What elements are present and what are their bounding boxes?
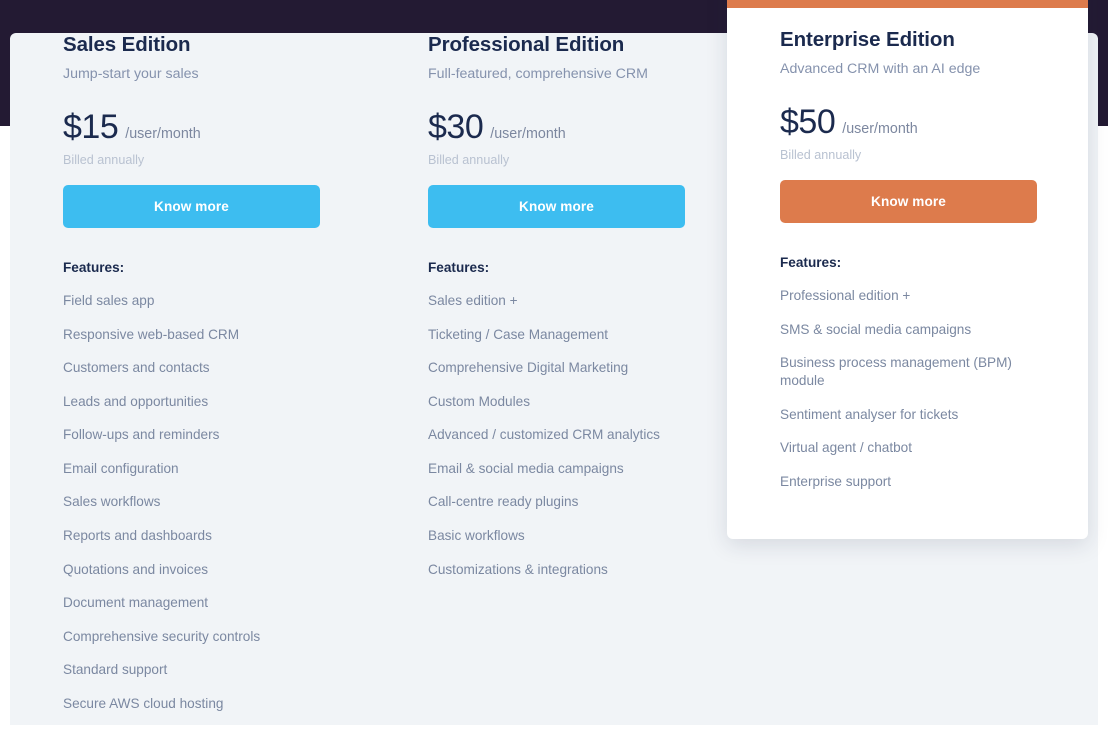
- plan-body-enterprise: Enterprise Edition Advanced CRM with an …: [727, 8, 1088, 491]
- plan-body-sales: Sales Edition Jump-start your sales $15 …: [10, 33, 375, 713]
- pricing-card-enterprise: MOST POPULAR Enterprise Edition Advanced…: [727, 0, 1088, 539]
- plan-billing-note-sales: Billed annually: [63, 153, 145, 167]
- plan-price-period-sales: /user/month: [125, 126, 201, 142]
- plan-subtitle-sales: Jump-start your sales: [63, 66, 199, 82]
- feature-item: Professional edition +: [780, 288, 911, 303]
- feature-item: Comprehensive Digital Marketing: [428, 360, 629, 376]
- feature-item: Ticketing / Case Management: [428, 326, 609, 342]
- feature-item: Document management: [63, 595, 209, 611]
- feature-item: Email & social media campaigns: [428, 460, 624, 476]
- plan-billing-note-enterprise: Billed annually: [780, 148, 862, 162]
- plan-price-row-enterprise: $50 /user/month: [780, 105, 1036, 139]
- feature-item: Standard support: [63, 662, 168, 678]
- plan-price-period-enterprise: /user/month: [842, 121, 918, 137]
- feature-item: Advanced / customized CRM analytics: [428, 427, 660, 443]
- feature-item: Sales workflows: [63, 494, 161, 510]
- feature-item: Comprehensive security controls: [63, 628, 261, 644]
- feature-item: Responsive web-based CRM: [63, 326, 240, 342]
- feature-item: Email configuration: [63, 460, 179, 476]
- plan-price-professional: $30: [428, 108, 484, 146]
- plan-price-row-sales: $15 /user/month: [63, 110, 323, 144]
- feature-item: Virtual agent / chatbot: [780, 440, 913, 456]
- feature-item: Customers and contacts: [63, 360, 210, 376]
- most-popular-badge: MOST POPULAR: [727, 0, 1088, 8]
- features-heading-professional: Features:: [428, 260, 490, 275]
- plan-price-sales: $15: [63, 108, 119, 146]
- feature-item: Quotations and invoices: [63, 561, 209, 577]
- feature-item: Business process management (BPM) module: [780, 355, 1012, 389]
- plan-subtitle-professional: Full-featured, comprehensive CRM: [428, 66, 648, 82]
- features-list-enterprise: Professional edition + SMS & social media…: [780, 287, 1036, 491]
- feature-item: Call-centre ready plugins: [428, 494, 579, 510]
- pricing-card-professional: Professional Edition Full-featured, comp…: [375, 33, 737, 725]
- plan-title-professional: Professional Edition: [428, 33, 625, 56]
- features-list-sales: Field sales app Responsive web-based CRM C…: [63, 292, 323, 713]
- plan-subtitle-enterprise: Advanced CRM with an AI edge: [780, 61, 981, 77]
- feature-item: Secure AWS cloud hosting: [63, 695, 224, 711]
- feature-item: Reports and dashboards: [63, 528, 212, 544]
- plan-billing-note-professional: Billed annually: [428, 153, 510, 167]
- know-more-button-enterprise[interactable]: Know more: [780, 180, 1037, 223]
- pricing-card-sales: Sales Edition Jump-start your sales $15 …: [10, 33, 375, 725]
- plan-body-professional: Professional Edition Full-featured, comp…: [375, 33, 737, 579]
- know-more-button-professional[interactable]: Know more: [428, 185, 685, 228]
- feature-item: Follow-ups and reminders: [63, 427, 220, 443]
- plan-title-sales: Sales Edition: [63, 33, 191, 56]
- feature-item: Leads and opportunities: [63, 393, 209, 409]
- feature-item: Field sales app: [63, 293, 155, 308]
- plan-price-period-professional: /user/month: [490, 126, 566, 142]
- plan-price-enterprise: $50: [780, 103, 836, 141]
- plan-price-row-professional: $30 /user/month: [428, 110, 685, 144]
- feature-item: Custom Modules: [428, 393, 530, 409]
- feature-item: Customizations & integrations: [428, 561, 608, 577]
- features-heading-enterprise: Features:: [780, 255, 842, 270]
- feature-item: Sales edition +: [428, 293, 518, 308]
- plan-title-enterprise: Enterprise Edition: [780, 28, 955, 51]
- know-more-button-sales[interactable]: Know more: [63, 185, 320, 228]
- feature-item: Enterprise support: [780, 473, 892, 489]
- feature-item: Sentiment analyser for tickets: [780, 406, 959, 422]
- features-list-professional: Sales edition + Ticketing / Case Manageme…: [428, 292, 685, 579]
- feature-item: Basic workflows: [428, 528, 525, 544]
- features-heading-sales: Features:: [63, 260, 125, 275]
- feature-item: SMS & social media campaigns: [780, 321, 972, 337]
